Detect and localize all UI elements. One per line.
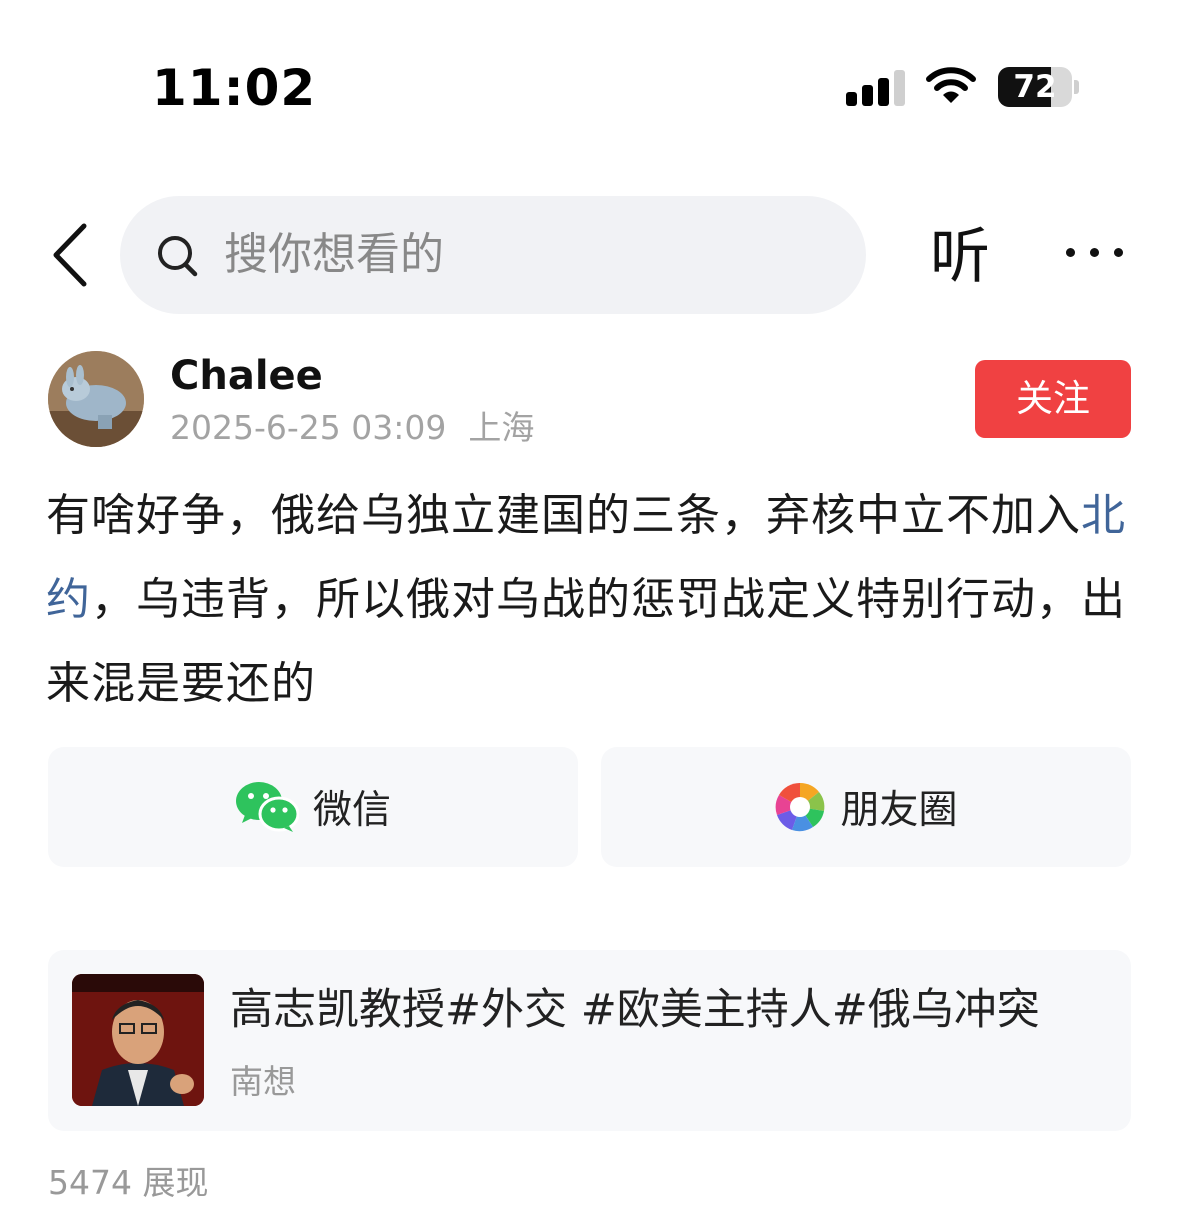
battery-level: 72 — [1013, 69, 1057, 105]
chevron-left-icon — [53, 223, 87, 287]
more-options-icon[interactable] — [1060, 244, 1130, 264]
share-wechat-button[interactable]: 微信 — [48, 747, 578, 867]
avatar[interactable] — [48, 351, 144, 447]
card-source: 南想 — [230, 1062, 296, 1101]
battery-icon: 72 — [998, 67, 1080, 109]
moments-label: 朋友圈 — [840, 788, 958, 833]
back-button[interactable] — [46, 222, 96, 288]
search-placeholder: 搜你想看的 — [224, 229, 444, 280]
wechat-label: 微信 — [312, 788, 391, 833]
search-icon — [158, 236, 198, 277]
post-text-end: ，乌违背，所以俄对乌战的惩罚战定义特别行动，出来混是要还的 — [46, 574, 1126, 709]
cellular-signal-icon — [846, 68, 906, 106]
card-title: 高志凯教授#外交 #欧美主持人#俄乌冲突 — [230, 985, 1040, 1035]
wechat-icon — [235, 782, 299, 832]
author-name[interactable]: Chalee — [170, 352, 323, 400]
post-location: 上海 — [468, 408, 535, 447]
wifi-icon — [926, 66, 976, 106]
linked-content-card[interactable]: 高志凯教授#外交 #欧美主持人#俄乌冲突 南想 — [48, 950, 1131, 1131]
post-meta: 2025-6-25 03:09 上海 — [170, 406, 534, 450]
listen-button[interactable]: 听 — [930, 222, 990, 292]
status-time: 11:02 — [152, 59, 317, 117]
search-bar[interactable]: 搜你想看的 — [120, 196, 866, 314]
share-moments-button[interactable]: 朋友圈 — [601, 747, 1131, 867]
follow-button[interactable]: 关注 — [975, 360, 1131, 438]
post-date: 2025-6-25 03:09 — [170, 408, 447, 447]
post-content: 有啥好争，俄给乌独立建国的三条，弃核中立不加入北约，乌违背，所以俄对乌战的惩罚战… — [46, 474, 1136, 726]
view-count: 5474 展现 — [48, 1163, 209, 1202]
post-text-start: 有啥好争，俄给乌独立建国的三条，弃核中立不加入 — [46, 490, 1081, 541]
card-thumbnail — [72, 974, 204, 1106]
moments-icon — [776, 782, 825, 832]
